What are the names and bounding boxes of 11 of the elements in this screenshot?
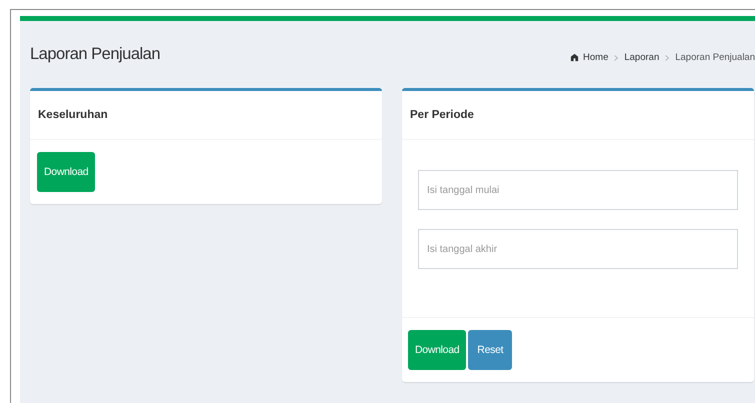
chevron-icon <box>614 54 618 60</box>
reset-button[interactable]: Reset <box>468 330 512 370</box>
breadcrumb-link[interactable]: Laporan Penjualan <box>675 52 755 63</box>
date-field[interactable]: Isi tanggal mulai <box>418 170 738 210</box>
panel-title: Keseluruhan <box>38 109 108 121</box>
breadcrumb-link[interactable]: Home <box>583 52 608 63</box>
date-field[interactable]: Isi tanggal akhir <box>418 229 738 269</box>
panel-title: Per Periode <box>410 109 474 121</box>
page-title: Laporan Penjualan <box>30 45 160 64</box>
chevron-icon <box>665 54 670 60</box>
breadcrumb-link[interactable]: Laporan <box>624 52 660 63</box>
